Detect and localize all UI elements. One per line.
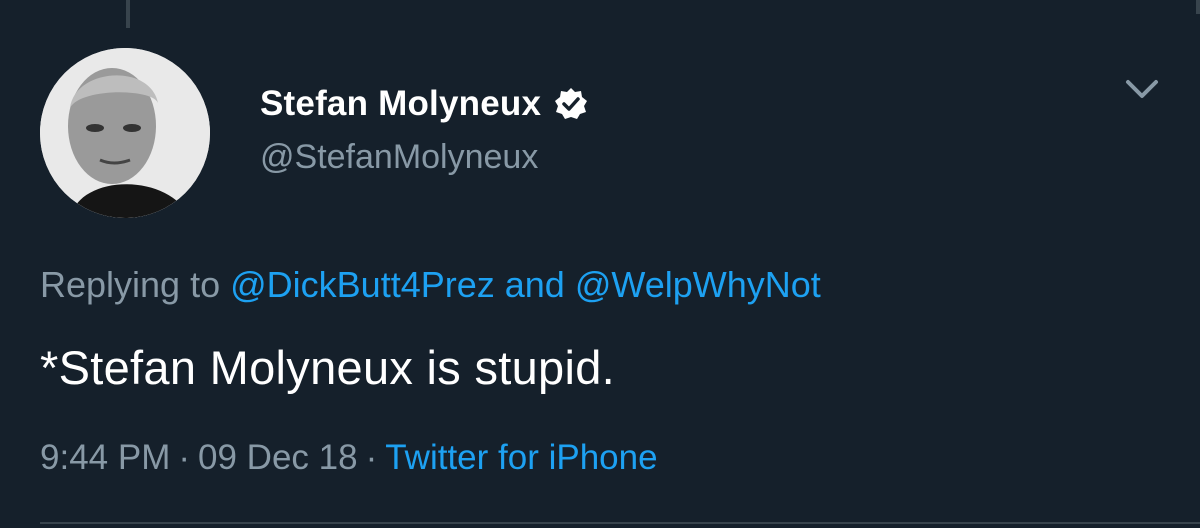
author-name-row[interactable]: Stefan Molyneux xyxy=(260,82,589,126)
verified-badge-icon xyxy=(553,86,589,122)
avatar[interactable] xyxy=(40,48,210,218)
mention-link-2[interactable]: @WelpWhyNot xyxy=(575,264,821,305)
tweet-date[interactable]: 09 Dec 18 xyxy=(198,438,358,477)
author-display-name[interactable]: Stefan Molyneux xyxy=(260,84,541,124)
replying-prefix: Replying to xyxy=(40,264,221,305)
avatar-photo xyxy=(40,48,210,218)
tweet-meta: 9:44 PM · 09 Dec 18 · Twitter for iPhone xyxy=(40,438,658,478)
author-handle[interactable]: @StefanMolyneux xyxy=(260,138,538,177)
chevron-down-icon[interactable] xyxy=(1122,72,1162,106)
tweet-time[interactable]: 9:44 PM xyxy=(40,438,170,477)
tweet-source-link[interactable]: Twitter for iPhone xyxy=(385,438,657,477)
thread-connector-line xyxy=(126,0,130,28)
meta-separator: · xyxy=(365,438,378,477)
reply-conjunction: and xyxy=(504,264,565,305)
bottom-divider xyxy=(40,522,1200,524)
top-edge-line xyxy=(1196,0,1200,14)
tweet-text: *Stefan Molyneux is stupid. xyxy=(40,341,616,394)
replying-to-line: Replying to @DickButt4Prez and @WelpWhyN… xyxy=(40,264,821,306)
mention-link-1[interactable]: @DickButt4Prez xyxy=(230,264,495,305)
meta-separator: · xyxy=(178,438,191,477)
